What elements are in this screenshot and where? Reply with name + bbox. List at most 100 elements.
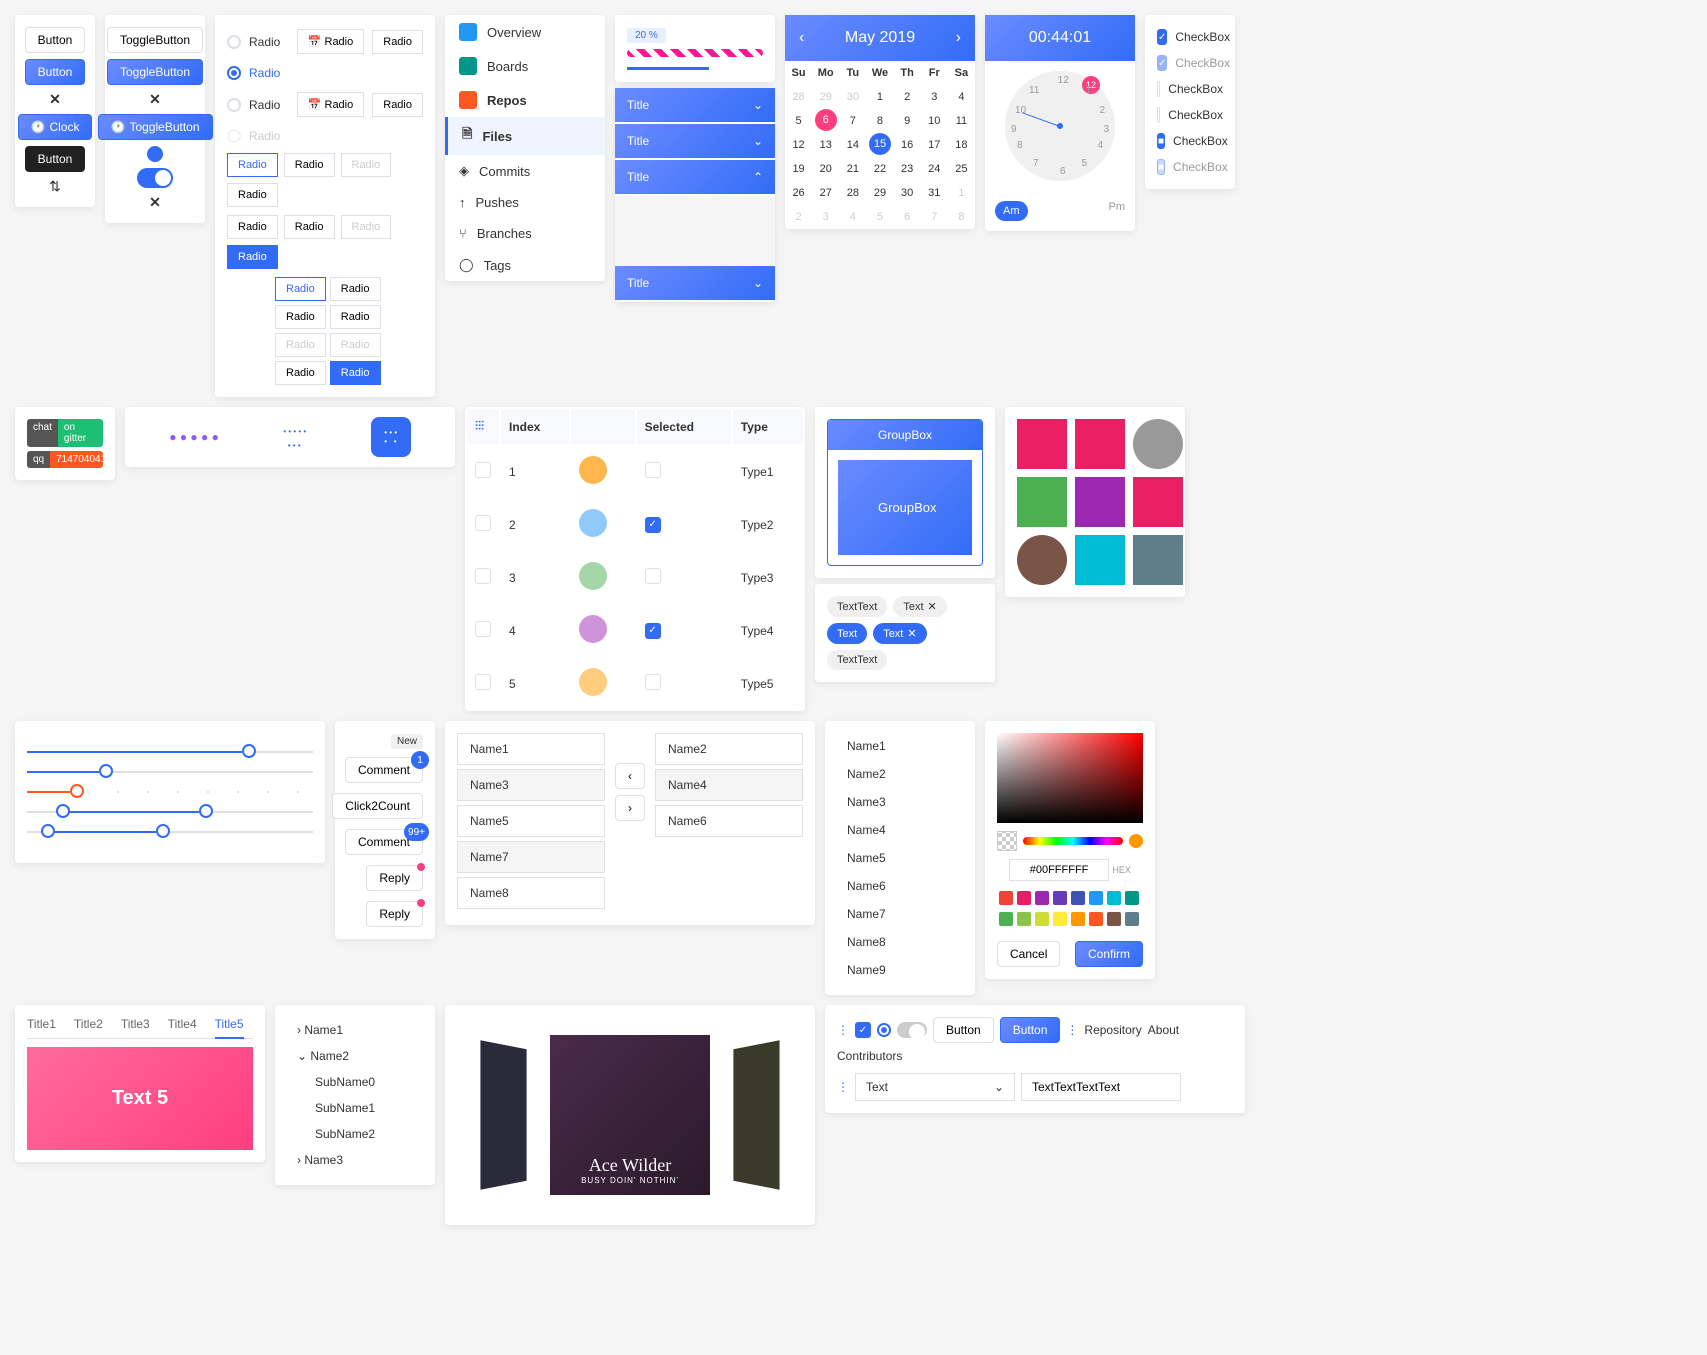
cal-day[interactable]: 4	[948, 85, 975, 109]
cal-day[interactable]: 21	[839, 157, 866, 181]
slider-ticks[interactable]	[27, 791, 313, 793]
nav-commits[interactable]: ◈Commits	[445, 155, 605, 187]
cal-day[interactable]: 13	[812, 133, 839, 157]
radio-date-btn[interactable]: 📅 Radio	[297, 29, 365, 54]
confirm-button[interactable]: Confirm	[1075, 941, 1143, 967]
cal-day[interactable]: 27	[812, 181, 839, 205]
cal-day[interactable]: 7	[839, 109, 866, 133]
qq-badge[interactable]: qq714704041	[27, 451, 103, 468]
button-default[interactable]: Button	[25, 27, 86, 53]
nav-branches[interactable]: ⑂Branches	[445, 218, 605, 249]
sel-check[interactable]	[645, 462, 661, 478]
swatch[interactable]	[1107, 891, 1121, 905]
drag-handle-icon[interactable]: ⋮	[837, 1023, 849, 1037]
drag-handle-icon[interactable]: ⋮	[837, 1080, 849, 1094]
swatch[interactable]	[999, 891, 1013, 905]
row-check[interactable]	[475, 568, 491, 584]
swatch[interactable]	[999, 912, 1013, 926]
radio-btn[interactable]: Radio	[372, 93, 423, 117]
carousel-card[interactable]: Ace Wilder BUSY DOIN' NOTHIN'	[445, 1005, 815, 1225]
close-icon[interactable]: ✕	[149, 91, 161, 108]
sel-check[interactable]	[645, 674, 661, 690]
radio-btn[interactable]: Radio	[330, 361, 381, 385]
toolbar-select[interactable]: Text⌄	[855, 1073, 1015, 1101]
nav-files[interactable]: 🗎Files	[445, 117, 605, 155]
list-item[interactable]: Name4	[837, 817, 963, 843]
radio-icon[interactable]	[227, 35, 241, 49]
pm-button[interactable]: Pm	[1109, 201, 1126, 221]
list-item[interactable]: Name2	[837, 761, 963, 787]
radio-btn[interactable]: Radio	[275, 361, 326, 385]
cal-day[interactable]: 28	[839, 181, 866, 205]
list-item[interactable]: Name3	[457, 769, 605, 801]
accordion-header[interactable]: Title⌄	[615, 124, 775, 158]
cancel-button[interactable]: Cancel	[997, 941, 1060, 967]
cal-day[interactable]: 5	[866, 205, 893, 229]
list-item[interactable]: Name9	[837, 957, 963, 983]
cal-day[interactable]: 25	[948, 157, 975, 181]
move-left-button[interactable]: ‹	[615, 763, 645, 789]
list-item[interactable]: Name1	[837, 733, 963, 759]
toolbar-radio[interactable]	[877, 1023, 891, 1037]
cal-day[interactable]: 31	[921, 181, 948, 205]
radio-icon[interactable]	[227, 98, 241, 112]
drag-handle-icon[interactable]: ⋮	[1066, 1023, 1078, 1037]
checkbox-indeterminate[interactable]: ■	[1157, 133, 1165, 149]
list-item[interactable]: Name8	[457, 877, 605, 909]
table-row[interactable]: 3Type3	[467, 552, 803, 603]
cal-day[interactable]: 8	[866, 109, 893, 133]
hue-slider[interactable]	[1023, 837, 1123, 845]
toolbar-check[interactable]: ✓	[855, 1022, 871, 1038]
list-item[interactable]: Name4	[655, 769, 803, 801]
list-item[interactable]: Name3	[837, 789, 963, 815]
cal-day-selected[interactable]: 15	[869, 133, 891, 155]
radio-btn[interactable]: Radio	[372, 30, 423, 54]
click-button[interactable]: Click2Count	[332, 793, 423, 819]
cal-day[interactable]: 3	[921, 85, 948, 109]
cal-day[interactable]: 2	[785, 205, 812, 229]
cal-day[interactable]: 7	[921, 205, 948, 229]
tab[interactable]: Title3	[121, 1017, 150, 1032]
sel-check[interactable]	[645, 568, 661, 584]
color-gradient[interactable]	[997, 733, 1143, 823]
swatch[interactable]	[1107, 912, 1121, 926]
nav-tags[interactable]: ◯Tags	[445, 249, 605, 281]
radio-date-btn[interactable]: 📅 Radio	[297, 92, 365, 117]
checkbox[interactable]	[1157, 107, 1160, 123]
swatch[interactable]	[1125, 891, 1139, 905]
radio-btn[interactable]: Radio	[227, 215, 278, 239]
slider-range[interactable]	[27, 811, 313, 813]
cal-day[interactable]: 1	[948, 181, 975, 205]
swatch[interactable]	[1053, 891, 1067, 905]
row-check[interactable]	[475, 621, 491, 637]
tab[interactable]: Title2	[74, 1017, 103, 1032]
cal-day[interactable]: 29	[866, 181, 893, 205]
tab[interactable]: Title4	[168, 1017, 197, 1032]
radio-btn[interactable]: Radio	[275, 305, 326, 329]
table-row[interactable]: 4✓Type4	[467, 605, 803, 656]
sel-check[interactable]: ✓	[645, 623, 661, 639]
toolbar-link[interactable]: Repository	[1084, 1023, 1141, 1037]
cal-day[interactable]: 9	[894, 109, 921, 133]
cal-day[interactable]: 24	[921, 157, 948, 181]
list-item[interactable]: Name7	[457, 841, 605, 873]
checkbox[interactable]: ✓	[1157, 29, 1167, 45]
checkbox[interactable]	[1157, 81, 1160, 97]
tag-closable[interactable]: Text ✕	[893, 596, 946, 617]
cal-day[interactable]: 20	[812, 157, 839, 181]
cal-day[interactable]: 17	[921, 133, 948, 157]
list-item[interactable]: Name6	[655, 805, 803, 837]
list-item[interactable]: Name1	[457, 733, 605, 765]
slider[interactable]	[27, 771, 313, 773]
slider-range[interactable]	[27, 831, 313, 833]
table-row[interactable]: 5Type5	[467, 658, 803, 709]
list-item[interactable]: Name8	[837, 929, 963, 955]
table-row[interactable]: 2✓Type2	[467, 499, 803, 550]
radio-icon[interactable]	[227, 66, 241, 80]
grid-icon[interactable]: ⫶⫶⫶	[475, 419, 484, 433]
nav-boards[interactable]: Boards	[445, 49, 605, 83]
table-row[interactable]: 1Type1	[467, 446, 803, 497]
toolbar-toggle[interactable]	[897, 1022, 927, 1038]
button-dark[interactable]: Button	[25, 146, 86, 172]
cal-day[interactable]: 14	[839, 133, 866, 157]
